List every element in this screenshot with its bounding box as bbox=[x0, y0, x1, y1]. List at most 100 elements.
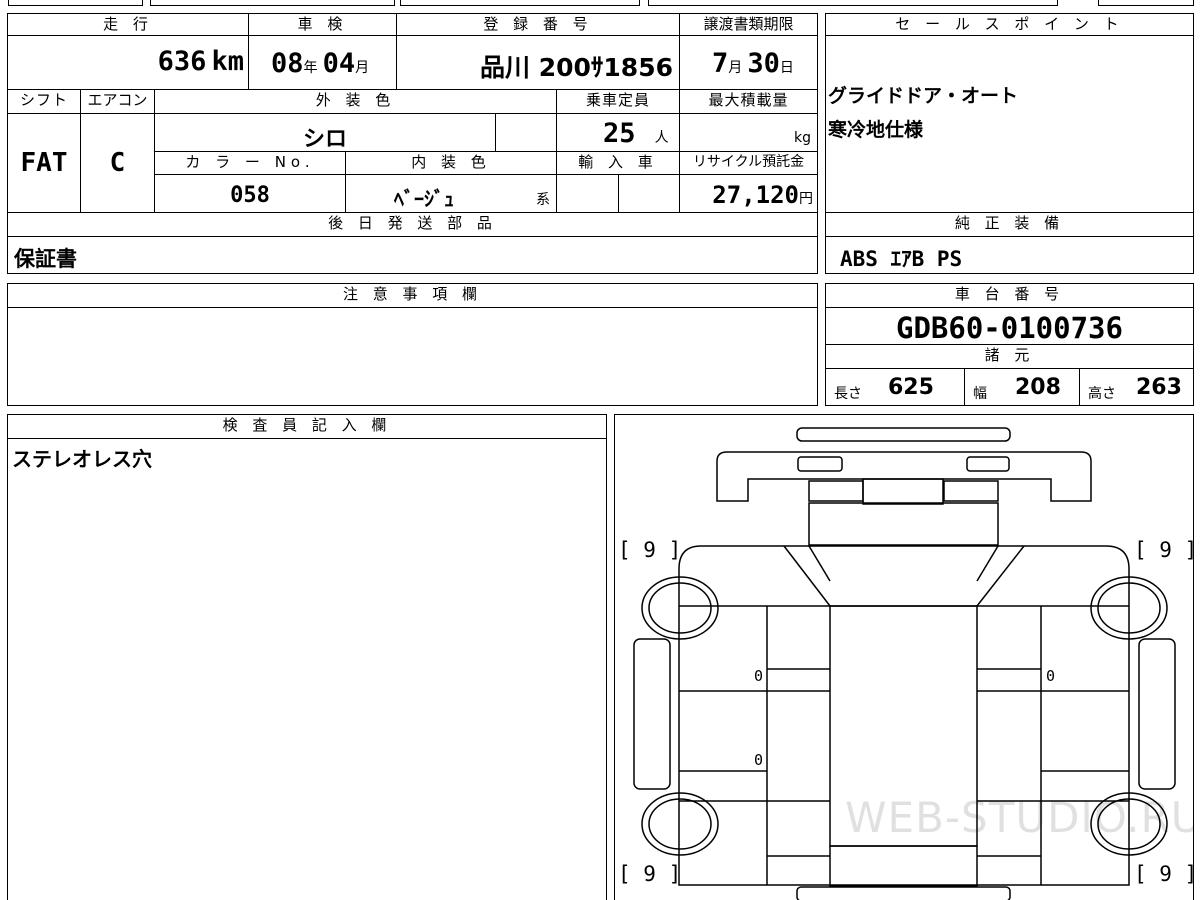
right-step-shape bbox=[1138, 638, 1176, 790]
later-parts-header: 後 日 発 送 部 品 bbox=[7, 212, 818, 237]
specs-length-cell: 長さ 625 bbox=[825, 368, 965, 406]
import-cell-b bbox=[618, 174, 680, 213]
left-rear-door-mark: 0 bbox=[754, 751, 764, 769]
specs-length-label: 長さ bbox=[834, 386, 862, 402]
max-load-cell: kg bbox=[679, 113, 818, 152]
genuine-equipment-value: ABS ｴｱB PS bbox=[840, 247, 963, 271]
specs-height-label: 高さ bbox=[1088, 386, 1116, 402]
tire-rear-left-tread: [ 9 ] bbox=[618, 538, 682, 562]
exterior-color-cell: シロ bbox=[154, 113, 496, 152]
inspection-month: 04 bbox=[322, 48, 356, 79]
tire-front-left-tread: [ 9 ] bbox=[618, 862, 682, 886]
rear-bumper-right-shape bbox=[943, 480, 999, 502]
mileage-value: 636 bbox=[157, 46, 207, 77]
tire-rear-left-inner-shape bbox=[648, 582, 712, 634]
notes-header: 注 意 事 項 欄 bbox=[7, 283, 818, 308]
import-cell-a bbox=[556, 174, 619, 213]
mileage-cell: 636 km bbox=[7, 35, 249, 90]
shift-header: シフト bbox=[7, 89, 81, 114]
inspection-header: 車 検 bbox=[248, 13, 397, 36]
genuine-equipment-cell: ABS ｴｱB PS bbox=[825, 236, 1194, 274]
watermark: WEB-STUDIO.RU bbox=[845, 793, 1194, 842]
exterior-color-value: シロ bbox=[302, 127, 347, 152]
specs-height-value: 263 bbox=[1136, 375, 1182, 400]
specs-height-cell: 高さ 263 bbox=[1079, 368, 1194, 406]
front-bumper-shape bbox=[796, 886, 1011, 900]
recycle-fee-unit: 円 bbox=[799, 191, 813, 207]
specs-width-cell: 幅 208 bbox=[964, 368, 1080, 406]
color-no-header: カ ラ ー No. bbox=[154, 151, 346, 175]
mileage-header: 走 行 bbox=[7, 13, 249, 36]
inspection-year-unit: 年 bbox=[303, 60, 318, 76]
front-hood-shape bbox=[829, 845, 978, 887]
rear-window-shape bbox=[808, 502, 999, 546]
sales-point-line2: 寒冷地仕様 bbox=[828, 119, 924, 141]
rear-light-left-shape bbox=[797, 456, 843, 472]
tire-front-left-shape bbox=[641, 792, 719, 856]
genuine-equipment-header: 純 正 装 備 bbox=[825, 212, 1194, 237]
transfer-deadline-header: 譲渡書類期限 bbox=[679, 13, 818, 36]
interior-color-header: 内 装 色 bbox=[345, 151, 557, 175]
capacity-header: 乗車定員 bbox=[556, 89, 680, 114]
capacity-cell: 25 人 bbox=[556, 113, 680, 152]
exterior-color-header: 外 装 色 bbox=[154, 89, 557, 114]
sales-point-line1: グライドドア・オート bbox=[828, 85, 1019, 107]
inspector-header: 検 査 員 記 入 欄 bbox=[7, 414, 607, 439]
transfer-day: 30 bbox=[747, 48, 780, 79]
transfer-deadline-cell: 7月 30日 bbox=[679, 35, 818, 90]
chassis-cell: GDB60-0100736 bbox=[825, 307, 1194, 345]
tire-rear-right-tread: [ 9 ] bbox=[1134, 538, 1194, 562]
exterior-color-extra-cell bbox=[495, 113, 557, 152]
registration-header: 登 録 番 号 bbox=[396, 13, 680, 36]
chassis-value: GDB60-0100736 bbox=[896, 311, 1123, 345]
capacity-unit: 人 bbox=[654, 130, 669, 146]
right-door-mark: 0 bbox=[1046, 667, 1056, 685]
ac-header: エアコン bbox=[80, 89, 155, 114]
sales-point-header: セ ー ル ス ポ イ ン ト bbox=[825, 13, 1194, 36]
later-parts-cell: 保証書 bbox=[7, 236, 818, 274]
inspector-cell: ステレオレス穴 bbox=[7, 438, 607, 900]
registration-value: 品川 200ｻ1856 bbox=[480, 53, 673, 82]
rear-plate-shape bbox=[862, 478, 944, 505]
sales-point-cell: グライドドア・オート 寒冷地仕様 bbox=[825, 35, 1194, 213]
left-step-shape bbox=[633, 638, 671, 790]
recycle-fee-value: 27,120 bbox=[712, 181, 799, 209]
top-cutoff-strip bbox=[8, 0, 1194, 6]
shift-cell: FAT bbox=[7, 113, 81, 213]
max-load-unit: kg bbox=[794, 130, 811, 146]
recycle-fee-cell: 27,120円 bbox=[679, 174, 818, 213]
inspection-cell: 08年 04月 bbox=[248, 35, 397, 90]
registration-cell: 品川 200ｻ1856 bbox=[396, 35, 680, 90]
rear-bumper-left-shape bbox=[808, 480, 864, 502]
recycle-fee-header: リサイクル預託金 bbox=[679, 151, 818, 175]
ac-cell: C bbox=[80, 113, 155, 213]
top-bar-shape bbox=[796, 427, 1011, 442]
color-no-cell: 058 bbox=[154, 174, 346, 213]
transfer-month: 7 bbox=[712, 48, 729, 79]
specs-header: 諸 元 bbox=[825, 344, 1194, 369]
inspection-year: 08 bbox=[271, 48, 304, 79]
specs-length-value: 625 bbox=[888, 375, 934, 400]
tire-front-right-tread: [ 9 ] bbox=[1134, 862, 1194, 886]
mileage-unit: km bbox=[211, 46, 244, 77]
inspection-month-unit: 月 bbox=[355, 60, 370, 76]
inspector-value: ステレオレス穴 bbox=[12, 447, 152, 471]
specs-width-value: 208 bbox=[1015, 375, 1061, 400]
max-load-header: 最大積載量 bbox=[679, 89, 818, 114]
left-front-door-mark: 0 bbox=[754, 667, 764, 685]
specs-width-label: 幅 bbox=[973, 386, 987, 402]
later-parts-value: 保証書 bbox=[14, 247, 77, 271]
transfer-month-unit: 月 bbox=[728, 60, 743, 76]
shift-value: FAT bbox=[20, 148, 68, 178]
interior-color-cell: ﾍﾞｰｼﾞｭ 系 bbox=[345, 174, 557, 213]
capacity-value: 25 bbox=[603, 118, 636, 149]
rear-roof-shape bbox=[716, 451, 1092, 502]
chassis-header: 車 台 番 号 bbox=[825, 283, 1194, 308]
tire-front-left-inner-shape bbox=[648, 798, 712, 850]
vehicle-damage-diagram: [ 9 ] [ 9 ] [ 9 ] [ 9 ] 0 0 0 WEB-STUDIO… bbox=[614, 414, 1194, 900]
interior-color-suffix: 系 bbox=[536, 192, 550, 208]
tire-rear-left-shape bbox=[641, 576, 719, 640]
ac-value: C bbox=[109, 148, 126, 178]
color-no-value: 058 bbox=[230, 183, 270, 208]
notes-cell bbox=[7, 307, 818, 406]
